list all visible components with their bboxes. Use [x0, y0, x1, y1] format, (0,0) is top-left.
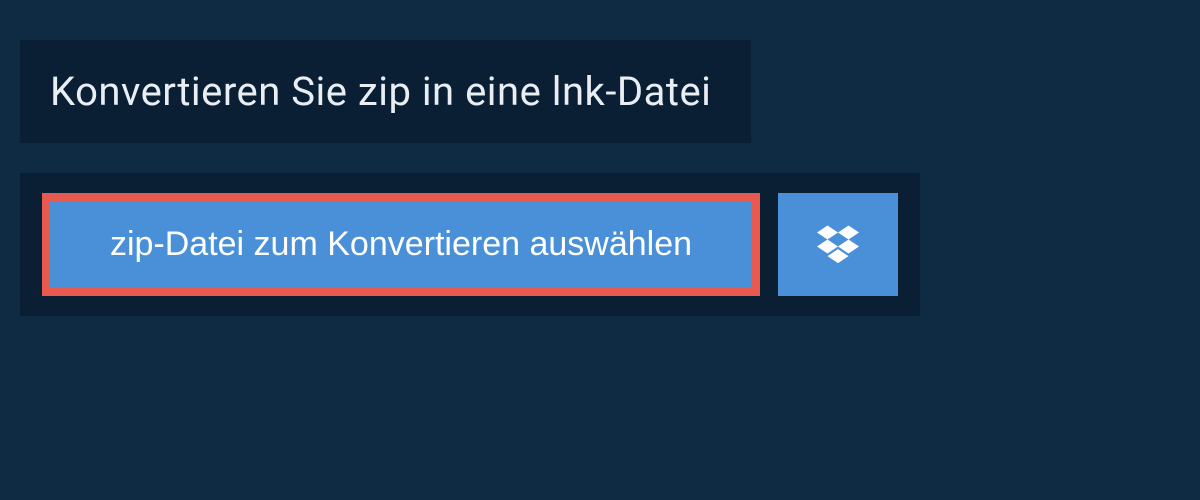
header-tab: Konvertieren Sie zip in eine lnk-Datei: [20, 40, 751, 143]
choose-file-label: zip-Datei zum Konvertieren auswählen: [110, 225, 692, 264]
upload-panel: zip-Datei zum Konvertieren auswählen: [20, 173, 920, 316]
dropbox-icon: [817, 222, 859, 267]
page-title: Konvertieren Sie zip in eine lnk-Datei: [50, 68, 711, 115]
choose-file-button[interactable]: zip-Datei zum Konvertieren auswählen: [42, 193, 760, 296]
dropbox-button[interactable]: [778, 193, 898, 296]
